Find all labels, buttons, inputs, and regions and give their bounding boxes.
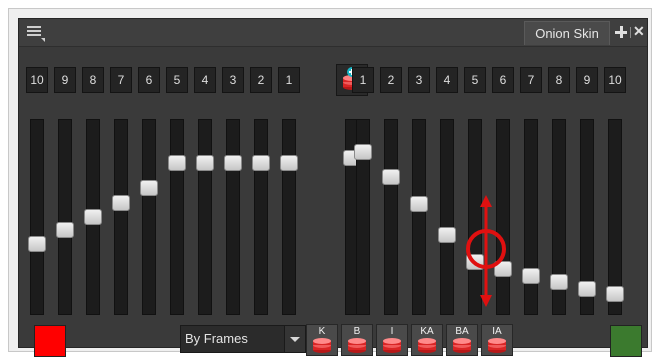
after-frame-slider-thumb[interactable] (438, 227, 456, 243)
before-frame-number[interactable]: 4 (194, 67, 216, 93)
before-frame-slider-track[interactable] (58, 119, 72, 315)
after-frame-slider-thumb[interactable] (466, 254, 484, 270)
before-frame-slider-track[interactable] (142, 119, 156, 315)
after-frame-number[interactable]: 9 (576, 67, 598, 93)
before-frame-number[interactable]: 2 (250, 67, 272, 93)
before-frame-slider-thumb[interactable] (112, 194, 130, 211)
before-frame-slider-thumb[interactable] (140, 180, 158, 197)
after-frame-number[interactable]: 5 (464, 67, 486, 93)
chevron-down-icon[interactable] (284, 326, 305, 352)
after-frame-slider-thumb[interactable] (550, 273, 568, 290)
after-frame-slider-thumb[interactable] (382, 169, 400, 186)
after-frame-number[interactable]: 4 (436, 67, 458, 93)
before-frame-number[interactable]: 6 (138, 67, 160, 93)
before-frame-number[interactable]: 8 (82, 67, 104, 93)
before-frame-slider-thumb[interactable] (84, 209, 102, 225)
before-frame-slider-track[interactable] (114, 119, 128, 315)
after-frame-number[interactable]: 1 (352, 67, 374, 93)
after-frame-slider-track[interactable] (524, 119, 538, 315)
plus-icon[interactable] (615, 26, 627, 38)
after-frame-slider-thumb[interactable] (410, 196, 428, 213)
onion-layer-icon (418, 338, 436, 353)
before-frame-slider-thumb[interactable] (196, 155, 214, 171)
after-frame-slider-track[interactable] (468, 119, 482, 315)
before-frame-slider-track[interactable] (30, 119, 44, 315)
drawing-type-button[interactable]: I (376, 324, 408, 356)
panel-titlebar: Onion Skin ✕ (19, 19, 647, 47)
before-frame-slider-track[interactable] (170, 119, 184, 315)
after-frame-slider-thumb[interactable] (354, 144, 372, 161)
mode-dropdown[interactable]: By Frames (180, 325, 306, 353)
close-icon[interactable]: ✕ (633, 24, 645, 38)
onion-layer-icon (348, 338, 366, 353)
onion-layer-icon (488, 338, 506, 353)
before-frame-number[interactable]: 5 (166, 67, 188, 93)
before-frame-number[interactable]: 10 (26, 67, 48, 93)
after-frame-number[interactable]: 6 (492, 67, 514, 93)
after-frame-number[interactable]: 10 (604, 67, 626, 93)
after-frame-slider-track[interactable] (496, 119, 510, 315)
onion-layer-icon (313, 338, 331, 353)
onion-layer-icon (453, 338, 471, 353)
after-frame-slider-track[interactable] (440, 119, 454, 315)
before-frame-slider-track[interactable] (226, 119, 240, 315)
title-separator (630, 27, 631, 38)
onion-layer-icon (383, 338, 401, 353)
before-frame-slider-track[interactable] (254, 119, 268, 315)
onion-skin-panel: Onion Skin ✕ By Frames 10 9 8 7 6 5 4 3 2 1 1 2 3 4 5 6… (18, 18, 648, 357)
before-frame-slider-track[interactable] (282, 119, 296, 315)
before-frame-number[interactable]: 9 (54, 67, 76, 93)
before-frame-slider-thumb[interactable] (168, 155, 186, 171)
before-frame-slider-thumb[interactable] (280, 155, 298, 171)
after-frame-slider-thumb[interactable] (578, 281, 596, 297)
after-color-swatch[interactable] (610, 325, 642, 357)
after-frame-slider-track[interactable] (412, 119, 426, 315)
after-frame-number[interactable]: 3 (408, 67, 430, 93)
before-frame-slider-track[interactable] (198, 119, 212, 315)
before-frame-slider-thumb[interactable] (28, 236, 46, 252)
drawing-type-button[interactable]: KA (411, 324, 443, 356)
after-frame-number[interactable]: 2 (380, 67, 402, 93)
tab-onion-skin[interactable]: Onion Skin (524, 21, 610, 45)
drawing-type-button[interactable]: K (306, 324, 338, 356)
after-frame-slider-track[interactable] (384, 119, 398, 315)
drawing-type-button[interactable]: B (341, 324, 373, 356)
after-frame-slider-thumb[interactable] (494, 261, 512, 278)
before-frame-number[interactable]: 7 (110, 67, 132, 93)
before-frame-slider-thumb[interactable] (56, 221, 74, 238)
after-frame-number[interactable]: 8 (548, 67, 570, 93)
hamburger-menu-icon[interactable] (27, 26, 45, 42)
after-frame-slider-thumb[interactable] (606, 286, 624, 303)
after-frame-slider-thumb[interactable] (522, 268, 540, 285)
before-frame-slider-thumb[interactable] (224, 155, 242, 171)
before-frame-number[interactable]: 3 (222, 67, 244, 93)
before-frame-number[interactable]: 1 (278, 67, 300, 93)
drawing-type-button[interactable]: IA (481, 324, 513, 356)
before-frame-slider-thumb[interactable] (252, 155, 270, 171)
drawing-type-button[interactable]: BA (446, 324, 478, 356)
mode-dropdown-value: By Frames (185, 331, 248, 346)
after-frame-number[interactable]: 7 (520, 67, 542, 93)
before-color-swatch[interactable] (34, 325, 66, 357)
